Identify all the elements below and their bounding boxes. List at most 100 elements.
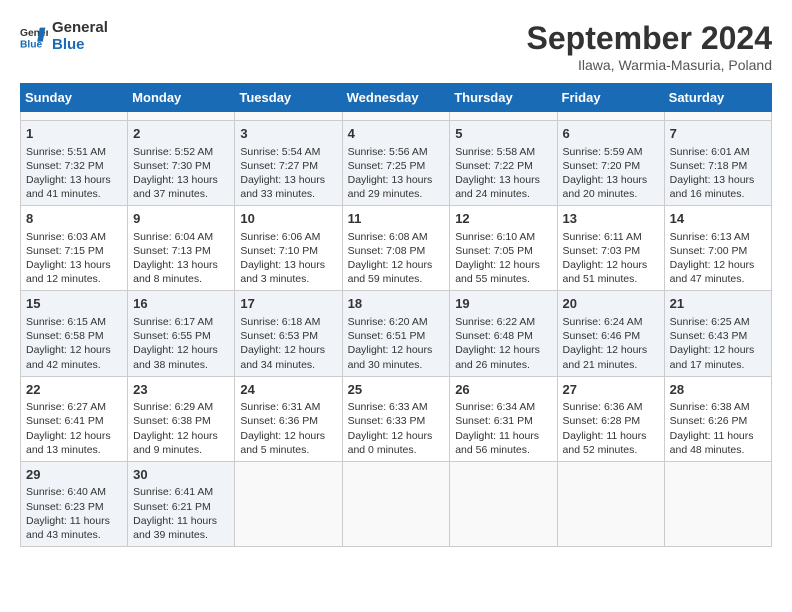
calendar-cell <box>450 461 557 546</box>
day-info: Sunrise: 6:13 AMSunset: 7:00 PMDaylight:… <box>670 230 766 287</box>
logo-text-block: General Blue <box>52 20 108 53</box>
calendar-cell: 7 Sunrise: 6:01 AMSunset: 7:18 PMDaylight… <box>664 121 771 206</box>
calendar-cell: 25Sunrise: 6:33 AMSunset: 6:33 PMDayligh… <box>342 376 450 461</box>
day-info: Sunrise: 6:15 AMSunset: 6:58 PMDaylight:… <box>26 315 122 372</box>
day-number: 27 <box>563 381 659 399</box>
calendar-cell <box>342 461 450 546</box>
day-of-week-header: Tuesday <box>235 84 342 112</box>
day-info: Sunrise: 6:11 AMSunset: 7:03 PMDaylight:… <box>563 230 659 287</box>
day-info: Sunrise: 6:33 AMSunset: 6:33 PMDaylight:… <box>348 400 445 457</box>
day-info: Sunrise: 6:17 AMSunset: 6:55 PMDaylight:… <box>133 315 229 372</box>
title-block: September 2024 Ilawa, Warmia-Masuria, Po… <box>527 20 772 73</box>
calendar-cell <box>557 461 664 546</box>
day-number: 13 <box>563 210 659 228</box>
calendar-header-row: SundayMondayTuesdayWednesdayThursdayFrid… <box>21 84 772 112</box>
calendar-cell: 22Sunrise: 6:27 AMSunset: 6:41 PMDayligh… <box>21 376 128 461</box>
location: Ilawa, Warmia-Masuria, Poland <box>527 57 772 73</box>
calendar-cell <box>450 112 557 121</box>
day-number: 5 <box>455 125 551 143</box>
day-info: Sunrise: 6:34 AMSunset: 6:31 PMDaylight:… <box>455 400 551 457</box>
day-number: 14 <box>670 210 766 228</box>
day-info: Sunrise: 6:29 AMSunset: 6:38 PMDaylight:… <box>133 400 229 457</box>
day-info: Sunrise: 6:31 AMSunset: 6:36 PMDaylight:… <box>240 400 336 457</box>
page-header: General Blue General Blue September 2024… <box>20 20 772 73</box>
calendar-cell: 2Sunrise: 5:52 AMSunset: 7:30 PMDaylight… <box>128 121 235 206</box>
day-info: Sunrise: 6:18 AMSunset: 6:53 PMDaylight:… <box>240 315 336 372</box>
calendar-cell: 8 Sunrise: 6:03 AMSunset: 7:15 PMDaylight… <box>21 206 128 291</box>
calendar-week-row: 8 Sunrise: 6:03 AMSunset: 7:15 PMDaylight… <box>21 206 772 291</box>
calendar-cell <box>128 112 235 121</box>
day-info: Sunrise: 6:27 AMSunset: 6:41 PMDaylight:… <box>26 400 122 457</box>
day-number: 30 <box>133 466 229 484</box>
day-info: Sunrise: 5:58 AMSunset: 7:22 PMDaylight:… <box>455 145 551 202</box>
calendar-cell: 29Sunrise: 6:40 AMSunset: 6:23 PMDayligh… <box>21 461 128 546</box>
day-number: 22 <box>26 381 122 399</box>
calendar-cell: 20Sunrise: 6:24 AMSunset: 6:46 PMDayligh… <box>557 291 664 376</box>
day-number: 2 <box>133 125 229 143</box>
day-info: Sunrise: 6:40 AMSunset: 6:23 PMDaylight:… <box>26 485 122 542</box>
day-info: Sunrise: 6:04 AMSunset: 7:13 PMDaylight:… <box>133 230 229 287</box>
calendar-cell <box>664 461 771 546</box>
day-number: 3 <box>240 125 336 143</box>
day-info: Sunrise: 6:38 AMSunset: 6:26 PMDaylight:… <box>670 400 766 457</box>
day-number: 10 <box>240 210 336 228</box>
logo-line2: Blue <box>52 37 108 54</box>
day-number: 9 <box>133 210 229 228</box>
day-of-week-header: Friday <box>557 84 664 112</box>
day-number: 6 <box>563 125 659 143</box>
calendar-cell: 18Sunrise: 6:20 AMSunset: 6:51 PMDayligh… <box>342 291 450 376</box>
calendar-cell <box>21 112 128 121</box>
calendar-cell: 10 Sunrise: 6:06 AMSunset: 7:10 PMDayligh… <box>235 206 342 291</box>
day-of-week-header: Sunday <box>21 84 128 112</box>
day-number: 4 <box>348 125 445 143</box>
day-info: Sunrise: 6:06 AMSunset: 7:10 PMDaylight:… <box>240 230 336 287</box>
day-number: 28 <box>670 381 766 399</box>
day-info: Sunrise: 5:56 AMSunset: 7:25 PMDaylight:… <box>348 145 445 202</box>
day-info: Sunrise: 6:10 AMSunset: 7:05 PMDaylight:… <box>455 230 551 287</box>
calendar-cell: 30Sunrise: 6:41 AMSunset: 6:21 PMDayligh… <box>128 461 235 546</box>
day-info: Sunrise: 6:03 AMSunset: 7:15 PMDaylight:… <box>26 230 122 287</box>
day-number: 15 <box>26 295 122 313</box>
calendar-cell <box>342 112 450 121</box>
calendar-cell: 11Sunrise: 6:08 AMSunset: 7:08 PMDayligh… <box>342 206 450 291</box>
day-info: Sunrise: 6:20 AMSunset: 6:51 PMDaylight:… <box>348 315 445 372</box>
month-title: September 2024 <box>527 20 772 57</box>
calendar-cell <box>235 112 342 121</box>
calendar-cell: 13 Sunrise: 6:11 AMSunset: 7:03 PMDayligh… <box>557 206 664 291</box>
day-info: Sunrise: 6:01 AMSunset: 7:18 PMDaylight:… <box>670 145 766 202</box>
calendar-cell: 16Sunrise: 6:17 AMSunset: 6:55 PMDayligh… <box>128 291 235 376</box>
day-number: 1 <box>26 125 122 143</box>
calendar-cell <box>664 112 771 121</box>
day-number: 23 <box>133 381 229 399</box>
calendar-cell: 12 Sunrise: 6:10 AMSunset: 7:05 PMDayligh… <box>450 206 557 291</box>
day-of-week-header: Thursday <box>450 84 557 112</box>
calendar-cell: 1 Sunrise: 5:51 AMSunset: 7:32 PMDaylight… <box>21 121 128 206</box>
calendar-week-row: 1 Sunrise: 5:51 AMSunset: 7:32 PMDaylight… <box>21 121 772 206</box>
calendar-cell: 21Sunrise: 6:25 AMSunset: 6:43 PMDayligh… <box>664 291 771 376</box>
calendar-cell <box>557 112 664 121</box>
day-info: Sunrise: 6:24 AMSunset: 6:46 PMDaylight:… <box>563 315 659 372</box>
day-of-week-header: Wednesday <box>342 84 450 112</box>
day-number: 12 <box>455 210 551 228</box>
logo-line1: General <box>52 20 108 37</box>
calendar-cell <box>235 461 342 546</box>
day-number: 11 <box>348 210 445 228</box>
day-of-week-header: Monday <box>128 84 235 112</box>
calendar-cell: 5 Sunrise: 5:58 AMSunset: 7:22 PMDaylight… <box>450 121 557 206</box>
day-info: Sunrise: 6:25 AMSunset: 6:43 PMDaylight:… <box>670 315 766 372</box>
calendar-cell: 9 Sunrise: 6:04 AMSunset: 7:13 PMDaylight… <box>128 206 235 291</box>
logo-icon: General Blue <box>20 23 48 51</box>
day-info: Sunrise: 5:59 AMSunset: 7:20 PMDaylight:… <box>563 145 659 202</box>
calendar-cell: 28Sunrise: 6:38 AMSunset: 6:26 PMDayligh… <box>664 376 771 461</box>
calendar-cell: 15 Sunrise: 6:15 AMSunset: 6:58 PMDayligh… <box>21 291 128 376</box>
day-number: 8 <box>26 210 122 228</box>
calendar-cell: 4 Sunrise: 5:56 AMSunset: 7:25 PMDaylight… <box>342 121 450 206</box>
day-info: Sunrise: 6:41 AMSunset: 6:21 PMDaylight:… <box>133 485 229 542</box>
day-number: 7 <box>670 125 766 143</box>
day-number: 26 <box>455 381 551 399</box>
calendar-week-row: 29Sunrise: 6:40 AMSunset: 6:23 PMDayligh… <box>21 461 772 546</box>
day-number: 25 <box>348 381 445 399</box>
day-number: 24 <box>240 381 336 399</box>
day-info: Sunrise: 5:51 AMSunset: 7:32 PMDaylight:… <box>26 145 122 202</box>
logo: General Blue General Blue <box>20 20 108 53</box>
